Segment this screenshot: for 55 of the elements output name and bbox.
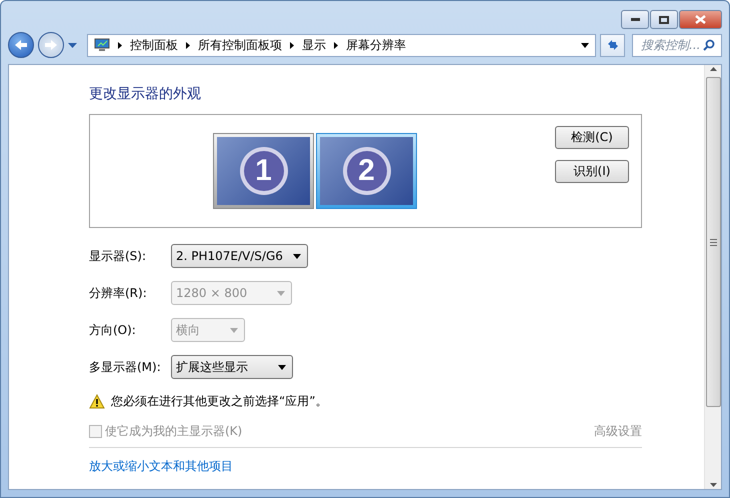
maximize-icon: [659, 16, 669, 24]
breadcrumb-item[interactable]: 所有控制面板项: [198, 36, 282, 54]
dropdown-caret-icon: [230, 328, 238, 332]
monitor-number: 2: [342, 147, 390, 195]
dropdown-caret-icon: [292, 254, 301, 258]
monitor-tile[interactable]: 2: [316, 133, 417, 209]
breadcrumb-item[interactable]: 屏幕分辨率: [346, 36, 406, 54]
dropdown-value: 2. PH107E/V/S/G6: [176, 249, 283, 263]
setting-label: 分辨率(R):: [89, 284, 148, 302]
dropdown-value: 横向: [176, 322, 200, 338]
text-size-link[interactable]: 放大或缩小文本和其他项目: [89, 458, 233, 475]
maximize-button[interactable]: [650, 10, 678, 29]
dropdown-caret-icon[interactable]: [68, 42, 77, 48]
dropdown-value: 1280 × 800: [176, 286, 248, 300]
search-field[interactable]: 搜索控制...: [632, 34, 722, 56]
dropdown-caret-icon: [581, 42, 589, 48]
panel-button[interactable]: 识别(I): [555, 160, 629, 183]
back-button[interactable]: [8, 32, 34, 58]
dropdown-caret-icon: [278, 364, 286, 370]
dropdown[interactable]: 扩展这些显示: [171, 355, 293, 379]
setting-label: 多显示器(M):: [89, 358, 162, 376]
monitor-icon: [94, 38, 110, 52]
minimize-button[interactable]: [621, 10, 649, 29]
dropdown[interactable]: 2. PH107E/V/S/G6: [171, 244, 308, 268]
chevron-right-icon: [118, 42, 122, 48]
warning-icon: [89, 394, 105, 409]
grip-icon: [710, 238, 716, 246]
scroll-up-icon: [710, 67, 716, 71]
monitor-tile[interactable]: 1: [213, 133, 314, 209]
close-button[interactable]: [679, 10, 722, 29]
dropdown-value: 扩展这些显示: [176, 358, 248, 376]
page-title: 更改显示器的外观: [89, 85, 202, 103]
forward-button[interactable]: [38, 32, 64, 58]
scroll-thumb[interactable]: [706, 77, 720, 407]
chevron-right-icon: [290, 42, 294, 48]
search-icon: [703, 39, 715, 51]
refresh-button[interactable]: [600, 34, 625, 56]
chevron-right-icon: [186, 42, 190, 48]
refresh-icon: [606, 38, 620, 52]
scrollbar[interactable]: [704, 65, 721, 489]
monitor-number: 1: [240, 147, 288, 195]
minimize-icon: [630, 18, 640, 21]
breadcrumb-item[interactable]: 显示: [302, 36, 326, 54]
scroll-down-icon: [710, 483, 716, 487]
setting-label: 方向(O):: [89, 322, 137, 338]
left-arrow-icon: [14, 39, 28, 51]
breadcrumb-item[interactable]: 控制面板: [130, 36, 178, 54]
chevron-right-icon: [334, 42, 338, 48]
address-bar[interactable]: 控制面板 所有控制面板项 显示 屏幕分辨率: [87, 34, 596, 56]
warning-text: 您必须在进行其他更改之前选择“应用”。: [111, 393, 328, 410]
panel-button[interactable]: 检测(C): [555, 126, 629, 149]
setting-label: 显示器(S):: [89, 248, 148, 264]
right-arrow-icon: [44, 39, 58, 51]
close-icon: [695, 15, 706, 24]
dropdown-caret-icon: [277, 290, 286, 296]
